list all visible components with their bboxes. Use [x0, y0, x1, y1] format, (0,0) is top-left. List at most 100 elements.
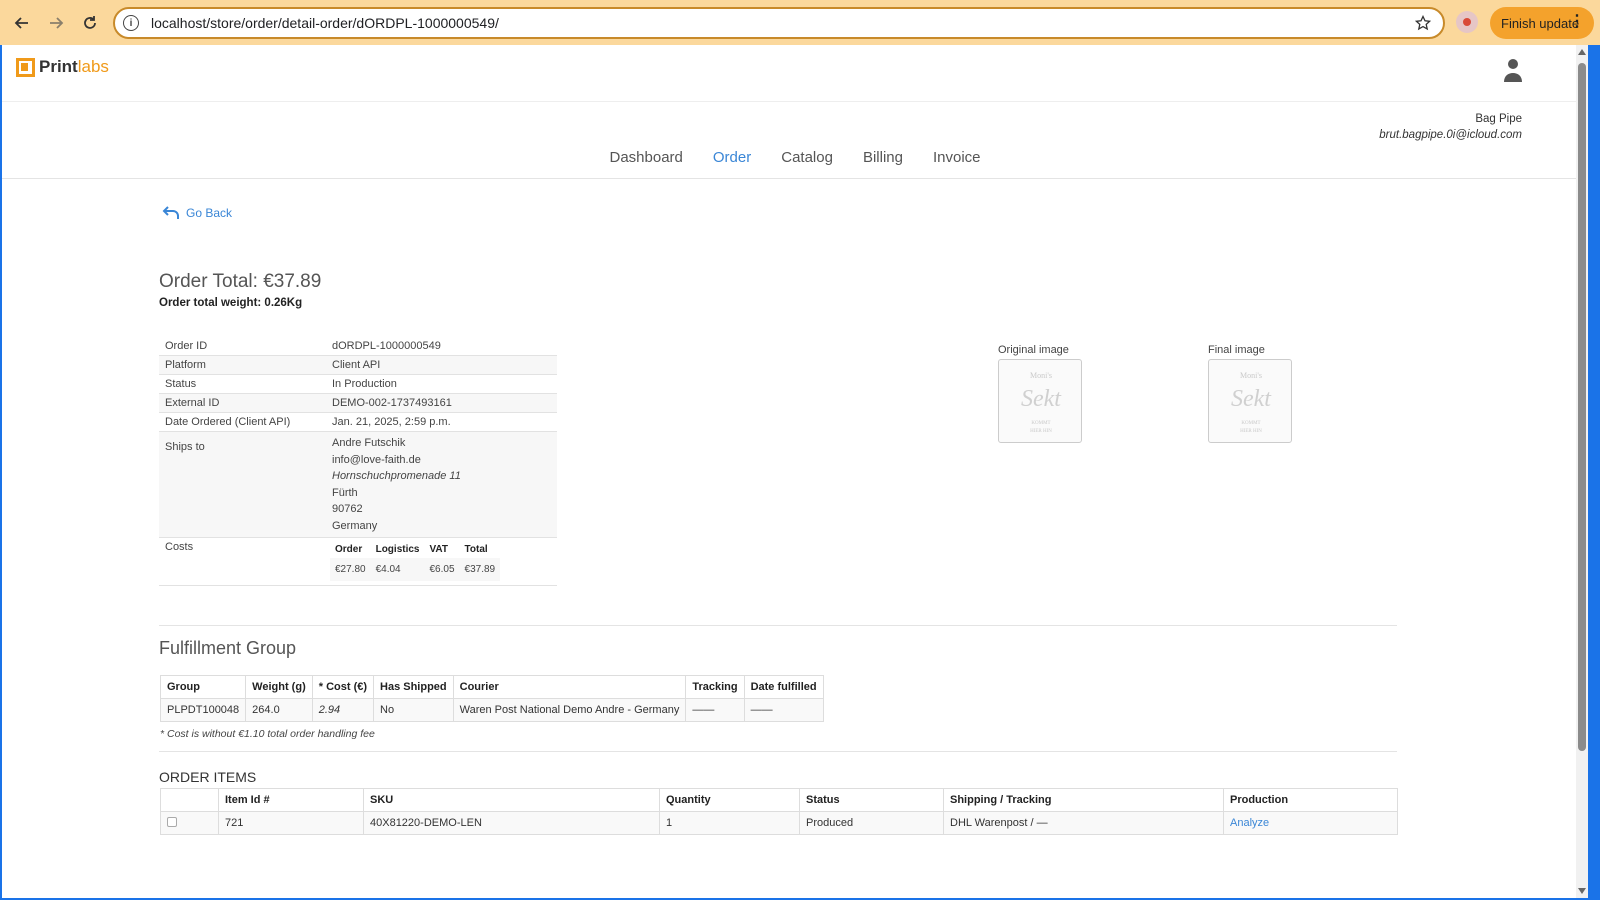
table-row: PLPDT100048 264.0 2.94 No Waren Post Nat…: [159, 698, 824, 722]
go-back-label[interactable]: Go Back: [186, 206, 232, 220]
printlabs-logo[interactable]: Print labs: [16, 57, 109, 77]
reload-icon: [84, 15, 96, 29]
final-design-image: Moni's Sekt KOMMT HIER HIN: [1231, 371, 1272, 434]
select-cell: [160, 811, 219, 835]
page-content: Print labs Bag Pipe brut.bagpipe.0i@iclou…: [2, 45, 1588, 898]
production-cell: Analyze: [1223, 811, 1398, 835]
order-total: Order Total: €37.89: [159, 271, 322, 292]
shipping-tracking: DHL Warenpost / —: [943, 811, 1224, 835]
order-items-table: Item Id # SKU Quantity Status Shipping /…: [160, 788, 1398, 835]
detail-label: Ships to: [159, 431, 326, 538]
forward-arrow-icon: [50, 16, 64, 29]
detail-row-platform: Platform Client API: [159, 355, 557, 375]
more-menu-icon[interactable]: ⋮: [1569, 14, 1585, 30]
reload-button[interactable]: [73, 6, 107, 40]
user-profile-icon[interactable]: [1501, 57, 1525, 83]
scroll-up-arrow-icon[interactable]: [1578, 49, 1586, 55]
col-group: Group: [159, 675, 247, 699]
scroll-down-arrow-icon[interactable]: [1578, 888, 1586, 894]
row-select-checkbox[interactable]: [167, 816, 177, 827]
account-name: Bag Pipe: [1475, 113, 1522, 125]
col-weight: Weight (g): [245, 675, 313, 699]
cost-total: €37.89: [459, 558, 501, 581]
section-divider: [159, 751, 1397, 752]
ship-email: info@love-faith.de: [332, 453, 421, 466]
extension-icon[interactable]: [1456, 11, 1478, 33]
costs-cell: Order Logistics VAT Total €27.80 €4.04 €…: [326, 537, 557, 586]
page-scrollbar[interactable]: [1576, 45, 1588, 898]
detail-row-costs: Costs Order Logistics VAT Total €27.80 €…: [159, 537, 557, 586]
nav-invoice[interactable]: Invoice: [933, 149, 981, 166]
final-image-thumbnail[interactable]: Moni's Sekt KOMMT HIER HIN: [1208, 359, 1292, 443]
quantity: 1: [659, 811, 800, 835]
detail-row-external-id: External ID DEMO-002-1737493161: [159, 393, 557, 413]
logo-mark-icon: [16, 57, 35, 77]
weight-value: 264.0: [245, 698, 313, 722]
account-info: Bag Pipe brut.bagpipe.0i@icloud.com: [1379, 111, 1522, 143]
fulfillment-header-row: Group Weight (g) * Cost (€) Has Shipped …: [159, 675, 824, 699]
shipping-address: Andre Futschik info@love-faith.de Hornsc…: [326, 431, 557, 538]
account-email: brut.bagpipe.0i@icloud.com: [1379, 129, 1522, 141]
nav-billing[interactable]: Billing: [863, 149, 903, 166]
fulfillment-table: Group Weight (g) * Cost (€) Has Shipped …: [159, 675, 824, 722]
original-image-label: Original image: [998, 344, 1069, 356]
fulfillment-group-title: Fulfillment Group: [159, 638, 297, 658]
svg-text:Sekt: Sekt: [1021, 386, 1062, 412]
address-bar[interactable]: i localhost/store/order/detail-order/dOR…: [113, 7, 1445, 39]
nav-order[interactable]: Order: [713, 149, 751, 166]
svg-text:KOMMT: KOMMT: [1241, 421, 1260, 426]
logo-text-print: Print: [39, 57, 78, 76]
col-production: Production: [1223, 788, 1398, 812]
svg-text:Moni's: Moni's: [1240, 371, 1262, 380]
svg-text:Sekt: Sekt: [1231, 386, 1272, 412]
col-tracking: Tracking: [685, 675, 745, 699]
col-cost: * Cost (€): [311, 675, 375, 699]
forward-button[interactable]: [39, 6, 73, 40]
detail-row-ships-to: Ships to Andre Futschik info@love-faith.…: [159, 431, 557, 538]
url-text[interactable]: localhost/store/order/detail-order/dORDP…: [151, 15, 499, 31]
final-image-label: Final image: [1208, 344, 1265, 356]
col-status: Status: [799, 788, 944, 812]
detail-value: Client API: [326, 355, 557, 375]
finish-update-button[interactable]: Finish update ⋮: [1490, 7, 1594, 39]
go-back-link[interactable]: Go Back: [162, 205, 232, 221]
ship-street: Hornschuchpromenade 11: [332, 470, 461, 482]
svg-text:KOMMT: KOMMT: [1031, 421, 1050, 426]
col-shipping-tracking: Shipping / Tracking: [943, 788, 1224, 812]
main-navigation: Dashboard Order Catalog Billing Invoice: [2, 149, 1576, 167]
tracking-value: ——: [685, 698, 745, 722]
back-button[interactable]: [5, 6, 39, 40]
order-weight: Order total weight: 0.26Kg: [159, 297, 303, 309]
original-image-thumbnail[interactable]: Moni's Sekt KOMMT HIER HIN: [998, 359, 1082, 443]
cost-value: 2.94: [311, 698, 375, 722]
detail-value: DEMO-002-1737493161: [326, 393, 557, 413]
detail-label: Status: [159, 374, 326, 394]
detail-label: Order ID: [159, 337, 326, 356]
analyze-link[interactable]: Analyze: [1230, 817, 1269, 829]
logo-text-labs: labs: [77, 57, 109, 76]
cost-order: €27.80: [330, 558, 371, 581]
site-info-icon[interactable]: i: [123, 15, 139, 31]
col-courier: Courier: [452, 675, 687, 699]
detail-label: External ID: [159, 393, 326, 413]
order-items-title: ORDER ITEMS: [159, 769, 257, 785]
detail-label: Platform: [159, 355, 326, 375]
order-details-table: Order ID dORDPL-1000000549 Platform Client…: [159, 337, 557, 586]
section-divider: [159, 625, 1397, 626]
scrollbar-thumb[interactable]: [1578, 63, 1586, 751]
bookmark-star-icon[interactable]: [1415, 15, 1431, 31]
ship-name: Andre Futschik: [332, 437, 406, 449]
cost-vat: €6.05: [424, 558, 460, 581]
svg-text:HIER HIN: HIER HIN: [1240, 429, 1262, 434]
item-status: Produced: [799, 811, 944, 835]
nav-dashboard[interactable]: Dashboard: [610, 149, 683, 166]
svg-text:HIER HIN: HIER HIN: [1030, 429, 1052, 434]
ship-zip: 90762: [332, 503, 363, 515]
nav-catalog[interactable]: Catalog: [781, 149, 833, 166]
extension-glyph-icon: [1463, 18, 1471, 26]
col-item-id: Item Id #: [218, 788, 364, 812]
costs-header-vat: VAT: [429, 544, 449, 555]
svg-text:Moni's: Moni's: [1030, 371, 1052, 380]
costs-header-total: Total: [464, 544, 488, 555]
ship-country: Germany: [332, 519, 378, 532]
